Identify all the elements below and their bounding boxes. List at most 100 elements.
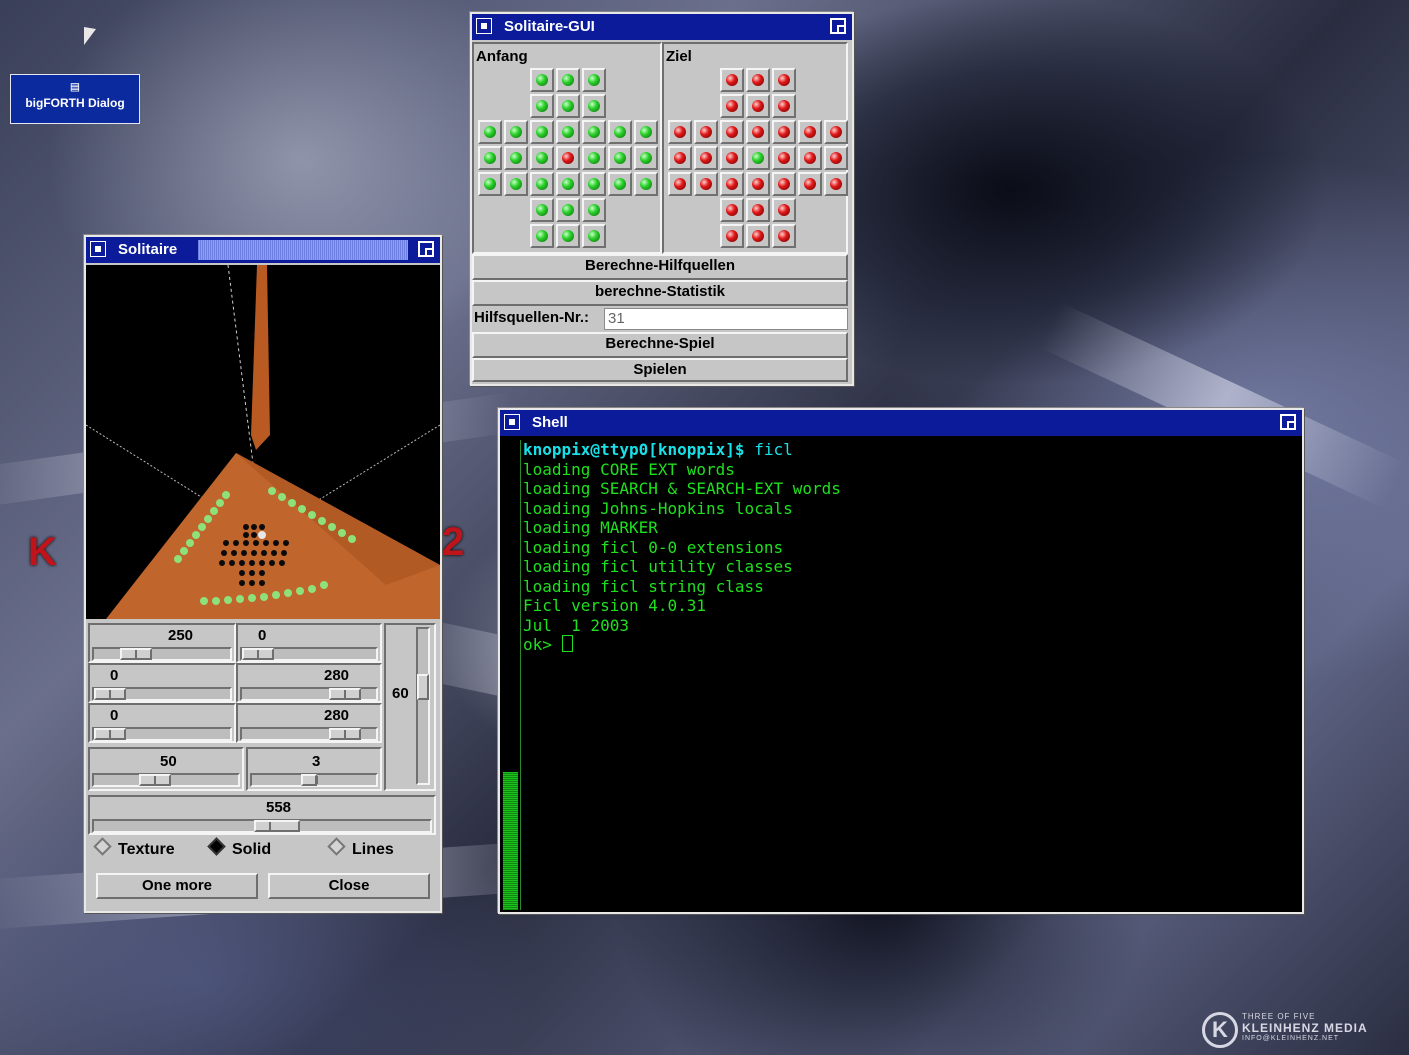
green-peg[interactable]	[478, 146, 502, 170]
red-peg[interactable]	[772, 224, 796, 248]
red-peg[interactable]	[772, 68, 796, 92]
green-peg[interactable]	[504, 172, 528, 196]
green-peg[interactable]	[608, 120, 632, 144]
red-peg[interactable]	[746, 198, 770, 222]
green-peg[interactable]	[582, 68, 606, 92]
red-peg[interactable]	[772, 172, 796, 196]
green-peg[interactable]	[746, 146, 770, 170]
slider-track[interactable]	[240, 687, 378, 701]
red-peg[interactable]	[720, 224, 744, 248]
play-button[interactable]: Spielen	[472, 358, 848, 382]
green-peg[interactable]	[582, 172, 606, 196]
green-peg[interactable]	[530, 94, 554, 118]
red-peg[interactable]	[798, 120, 822, 144]
red-peg[interactable]	[720, 146, 744, 170]
terminal-output[interactable]: knoppix@ttyp0[knoppix]$ ficl loading COR…	[520, 440, 1300, 910]
green-peg[interactable]	[530, 120, 554, 144]
one-more-button[interactable]: One more	[96, 873, 258, 899]
desktop-icon-bigforth-dialog[interactable]: ▤ bigFORTH Dialog	[10, 74, 140, 124]
slider-knob[interactable]	[301, 774, 318, 786]
red-peg[interactable]	[772, 94, 796, 118]
green-peg[interactable]	[504, 146, 528, 170]
green-peg[interactable]	[556, 68, 580, 92]
compute-helpers-button[interactable]: Berechne-Hilfquellen	[472, 254, 848, 280]
window-menu-button[interactable]	[476, 18, 492, 34]
red-peg[interactable]	[798, 172, 822, 196]
slider-knob[interactable]	[242, 648, 274, 660]
green-peg[interactable]	[608, 172, 632, 196]
red-peg[interactable]	[720, 68, 744, 92]
maximize-button[interactable]	[830, 18, 846, 34]
slider-knob[interactable]	[254, 820, 300, 832]
red-peg[interactable]	[746, 172, 770, 196]
maximize-button[interactable]	[1280, 414, 1296, 430]
green-peg[interactable]	[556, 172, 580, 196]
slider-knob[interactable]	[94, 688, 126, 700]
radio-texture[interactable]: Texture	[92, 837, 175, 859]
close-button[interactable]: Close	[268, 873, 430, 899]
green-peg[interactable]	[556, 94, 580, 118]
radio-lines[interactable]: Lines	[326, 837, 394, 859]
green-peg[interactable]	[582, 224, 606, 248]
red-peg[interactable]	[668, 120, 692, 144]
green-peg[interactable]	[556, 198, 580, 222]
titlebar[interactable]: Shell	[500, 410, 1302, 436]
red-peg[interactable]	[824, 146, 848, 170]
red-peg[interactable]	[556, 146, 580, 170]
green-peg[interactable]	[530, 68, 554, 92]
3d-view[interactable]	[86, 265, 440, 619]
green-peg[interactable]	[634, 120, 658, 144]
compute-stats-button[interactable]: berechne-Statistik	[472, 280, 848, 306]
scrollbar-thumb[interactable]	[503, 772, 518, 910]
red-peg[interactable]	[694, 146, 718, 170]
radio-solid[interactable]: Solid	[206, 837, 271, 859]
green-peg[interactable]	[634, 146, 658, 170]
green-peg[interactable]	[478, 172, 502, 196]
green-peg[interactable]	[530, 224, 554, 248]
compute-game-button[interactable]: Berechne-Spiel	[472, 332, 848, 358]
green-peg[interactable]	[582, 198, 606, 222]
window-menu-button[interactable]	[90, 241, 106, 257]
slider-track[interactable]	[240, 727, 378, 741]
green-peg[interactable]	[478, 120, 502, 144]
green-peg[interactable]	[634, 172, 658, 196]
maximize-button[interactable]	[418, 241, 434, 257]
red-peg[interactable]	[798, 146, 822, 170]
green-peg[interactable]	[530, 146, 554, 170]
red-peg[interactable]	[772, 198, 796, 222]
green-peg[interactable]	[530, 172, 554, 196]
slider-knob[interactable]	[120, 648, 152, 660]
slider-track[interactable]	[92, 647, 232, 661]
red-peg[interactable]	[720, 172, 744, 196]
slider-track[interactable]	[92, 819, 432, 833]
red-peg[interactable]	[824, 120, 848, 144]
green-peg[interactable]	[504, 120, 528, 144]
red-peg[interactable]	[720, 94, 744, 118]
titlebar[interactable]: Solitaire-GUI	[472, 14, 852, 40]
green-peg[interactable]	[556, 224, 580, 248]
green-peg[interactable]	[530, 198, 554, 222]
slider-track[interactable]	[92, 727, 232, 741]
red-peg[interactable]	[746, 120, 770, 144]
red-peg[interactable]	[746, 68, 770, 92]
red-peg[interactable]	[694, 172, 718, 196]
terminal-scrollbar[interactable]	[500, 440, 520, 910]
red-peg[interactable]	[824, 172, 848, 196]
slider-track[interactable]	[92, 773, 240, 787]
red-peg[interactable]	[772, 120, 796, 144]
slider-knob[interactable]	[139, 774, 171, 786]
green-peg[interactable]	[608, 146, 632, 170]
helper-number-field[interactable]: 31	[604, 308, 848, 330]
slider-track[interactable]	[240, 647, 378, 661]
slider-track[interactable]	[92, 687, 232, 701]
red-peg[interactable]	[668, 146, 692, 170]
slider-knob[interactable]	[94, 728, 126, 740]
vertical-slider-track[interactable]	[416, 627, 430, 785]
green-peg[interactable]	[582, 146, 606, 170]
red-peg[interactable]	[720, 198, 744, 222]
slider-knob[interactable]	[329, 728, 361, 740]
titlebar[interactable]: Solitaire	[86, 237, 440, 263]
red-peg[interactable]	[746, 94, 770, 118]
slider-knob[interactable]	[329, 688, 361, 700]
window-menu-button[interactable]	[504, 414, 520, 430]
